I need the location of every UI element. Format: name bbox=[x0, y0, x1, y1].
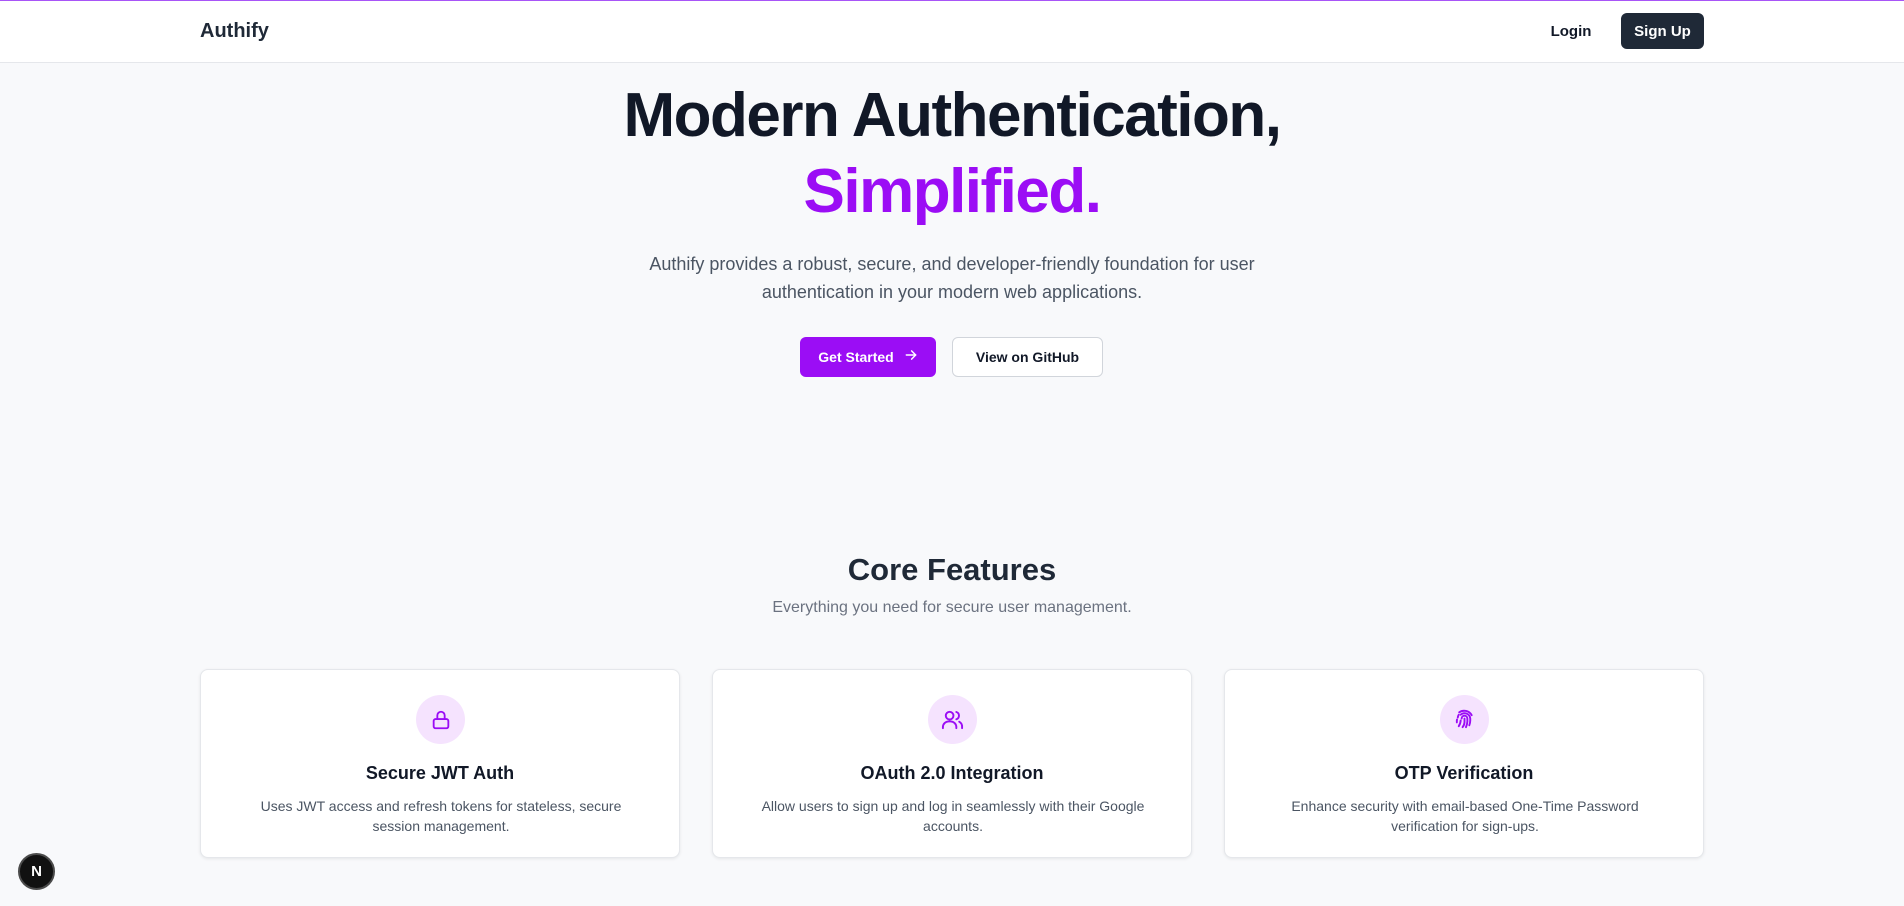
hero-title: Modern Authentication, Simplified. bbox=[0, 78, 1904, 230]
sign-up-button[interactable]: Sign Up bbox=[1621, 13, 1704, 49]
login-button[interactable]: Login bbox=[1535, 13, 1607, 49]
feature-card-text: Enhance security with email-based One-Ti… bbox=[1291, 798, 1639, 834]
hero-title-line1: Modern Authentication, bbox=[623, 81, 1283, 150]
features-subtitle: Everything you need for secure user mana… bbox=[772, 599, 1132, 616]
nextjs-logo-icon: N bbox=[31, 863, 42, 880]
feature-card-title: Secure JWT Auth bbox=[365, 763, 515, 783]
view-on-github-button[interactable]: View on GitHub bbox=[952, 337, 1103, 377]
navbar: Authify Login Sign Up bbox=[0, 1, 1904, 63]
nextjs-dev-tools-button[interactable]: N bbox=[18, 853, 55, 890]
feature-card-otp: OTP Verification Enhance security with e… bbox=[1224, 669, 1704, 858]
feature-card-title: OAuth 2.0 Integration bbox=[860, 763, 1044, 783]
feature-card-jwt: Secure JWT Auth Uses JWT access and refr… bbox=[200, 669, 680, 858]
hero-title-line2: Simplified. bbox=[803, 157, 1102, 226]
fingerprint-icon bbox=[1440, 695, 1489, 744]
features-title: Core Features bbox=[847, 552, 1057, 587]
brand-logo-link[interactable]: Authify bbox=[200, 20, 269, 43]
hero-subtitle: Authify provides a robust, secure, and d… bbox=[649, 254, 1255, 302]
feature-card-text: Allow users to sign up and log in seamle… bbox=[761, 798, 1145, 834]
get-started-label: Get Started bbox=[818, 349, 894, 365]
arrow-right-icon bbox=[904, 348, 918, 366]
feature-card-oauth: OAuth 2.0 Integration Allow users to sig… bbox=[712, 669, 1192, 858]
feature-card-text: Uses JWT access and refresh tokens for s… bbox=[260, 798, 622, 834]
lock-icon bbox=[416, 695, 465, 744]
users-icon bbox=[928, 695, 977, 744]
feature-card-title: OTP Verification bbox=[1394, 763, 1534, 783]
get-started-button[interactable]: Get Started bbox=[800, 337, 936, 377]
